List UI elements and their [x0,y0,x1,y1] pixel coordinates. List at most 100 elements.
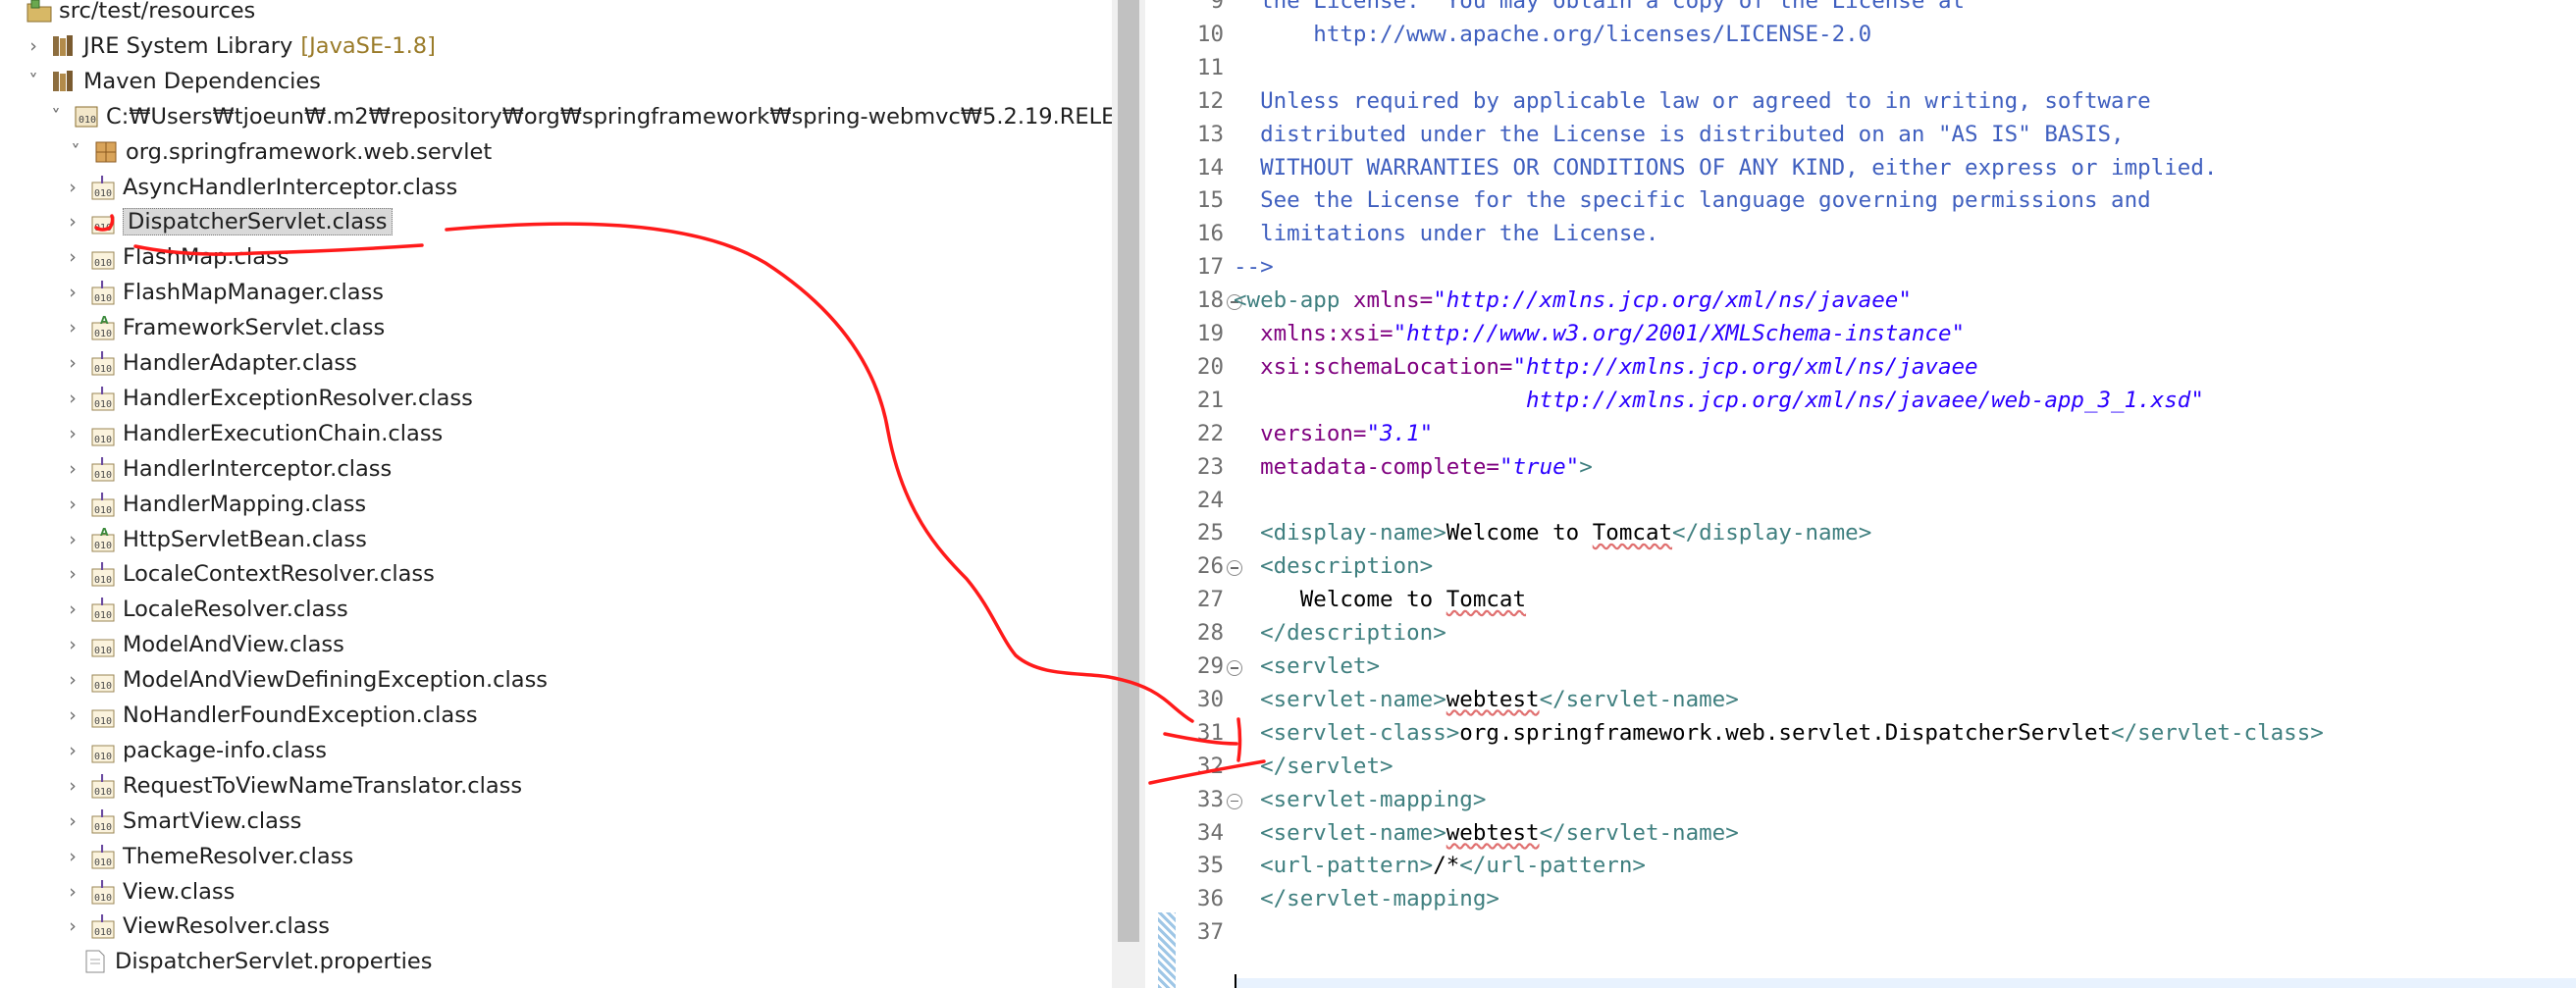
code-line[interactable]: <servlet-name>webtest</servlet-name> [1234,820,1739,846]
svg-text:010: 010 [79,115,96,126]
svg-text:010: 010 [94,293,112,304]
chevron-right-icon[interactable]: › [64,882,81,901]
chevron-right-icon[interactable]: › [25,36,42,55]
tree-item[interactable]: › 010 HandlerExecutionChain.class [64,416,443,451]
chevron-right-icon[interactable]: › [64,319,81,338]
chevron-right-icon[interactable]: › [64,248,81,267]
tree-item[interactable]: › 010 I HandlerMapping.class [64,487,366,522]
code-token: limitations under the License. [1234,221,1659,247]
tree-item[interactable]: › 010 I HandlerExceptionResolver.class [64,381,473,416]
chevron-right-icon[interactable]: › [64,530,81,548]
tree-item[interactable]: › 010 I RequestToViewNameTranslator.class [64,768,522,804]
tree-item[interactable]: › 010 NoHandlerFoundException.class [64,698,477,733]
tree-item-label: FrameworkServlet.class [123,315,386,341]
code-line[interactable]: <description> [1234,553,1433,579]
code-line[interactable]: the License. You may obtain a copy of th… [1234,0,1965,14]
chevron-right-icon[interactable]: › [64,178,81,196]
code-line[interactable]: distributed under the License is distrib… [1234,122,2125,147]
code-token: </display-name> [1672,520,1872,546]
chevron-down-icon[interactable]: ˅ [25,72,42,90]
code-line[interactable]: </servlet-mapping> [1234,886,1499,911]
tree-item[interactable]: › 010 A FrameworkServlet.class [64,310,385,345]
tree-item[interactable]: ˅ org.springframework.web.servlet [67,134,492,170]
tree-vertical-scrollbar[interactable] [1112,0,1145,988]
code-line[interactable]: <web-app xmlns="http://xmlns.jcp.org/xml… [1234,287,1912,313]
chevron-right-icon[interactable]: › [64,847,81,865]
chevron-down-icon[interactable]: ˅ [47,107,65,126]
code-line[interactable]: Unless required by applicable law or agr… [1234,88,2151,114]
code-line[interactable]: http://www.apache.org/licenses/LICENSE-2… [1234,22,1871,47]
svg-text:010: 010 [94,188,112,199]
tree-item[interactable]: › JRE System Library [JavaSE-1.8] [25,28,436,64]
tree-item[interactable]: › 010 I LocaleResolver.class [64,592,348,627]
xml-editor[interactable]: 9 10 11 12 13 14 15 16 17 18 19 20 21 22 23 24 25 26 27 28 2… [1145,0,2576,988]
code-line[interactable]: Welcome to Tomcat [1234,587,1526,612]
code-line[interactable]: xsi:schemaLocation="http://xmlns.jcp.org… [1234,354,1978,380]
tree-item[interactable]: › 010 I ThemeResolver.class [64,839,353,874]
tree-item[interactable]: › 010 I View.class [64,874,235,910]
tree-item[interactable]: › 010 package-info.class [64,733,327,768]
code-line[interactable]: <url-pattern>/*</url-pattern> [1234,853,1646,878]
code-line[interactable]: --> [1234,254,1274,280]
tree-item[interactable]: ˅ Maven Dependencies [25,64,321,99]
chevron-right-icon[interactable]: › [64,494,81,513]
tree-item[interactable]: ˅ 010 C:₩Users₩tjoeun₩.m2₩repository₩org₩s… [47,99,1112,134]
code-line[interactable]: WITHOUT WARRANTIES OR CONDITIONS OF ANY … [1234,155,2217,181]
svg-text:I: I [100,878,104,891]
chevron-right-icon[interactable]: › [64,636,81,654]
line-number: 19 [1196,321,1224,346]
tree-item[interactable]: › 010 I HandlerAdapter.class [64,345,357,381]
chevron-right-icon[interactable]: › [64,389,81,407]
tree-item-decoration: [JavaSE-1.8] [300,32,436,59]
interface-class-icon: 010 I [89,843,117,870]
code-line[interactable]: <servlet-mapping> [1234,787,1486,812]
tree-item[interactable]: › 010 DispatcherServlet.class [64,204,393,239]
tree-item[interactable]: src/test/resources [26,0,255,28]
code-line[interactable]: http://xmlns.jcp.org/xml/ns/javaee/web-a… [1234,388,2204,413]
tree-item[interactable]: › 010 I HandlerInterceptor.class [64,451,392,487]
chevron-right-icon[interactable]: › [64,459,81,478]
code-line[interactable]: metadata-complete="true"> [1234,454,1593,480]
chevron-down-icon[interactable]: ˅ [67,142,84,161]
tree-item[interactable]: › 010 ModelAndView.class [64,627,344,662]
svg-text:I: I [100,912,104,925]
tree-item-label: FlashMapManager.class [123,280,385,306]
code-line[interactable]: See the License for the specific languag… [1234,187,2151,213]
code-line[interactable]: <display-name>Welcome to Tomcat</display… [1234,520,1871,546]
chevron-right-icon[interactable]: › [64,671,81,690]
tree-item[interactable]: › 010 ModelAndViewDefiningException.class [64,662,548,698]
chevron-right-icon[interactable]: › [64,284,81,302]
code-line[interactable]: </servlet> [1234,754,1393,779]
interface-class-icon: 010 I [89,385,117,412]
chevron-right-icon[interactable]: › [64,424,81,442]
tree-item[interactable]: › 010 I AsyncHandlerInterceptor.class [64,170,457,205]
tree-item[interactable]: › 010 I LocaleContextResolver.class [64,556,435,592]
chevron-right-icon[interactable]: › [64,741,81,759]
code-line[interactable]: limitations under the License. [1234,221,1658,246]
tree-item[interactable]: › 010 I FlashMapManager.class [64,275,384,310]
line-number: 27 [1196,587,1224,613]
code-line[interactable]: version="3.1" [1234,421,1433,446]
code-line[interactable]: <servlet-class>org.springframework.web.s… [1234,720,2324,746]
code-token: </servlet-name> [1539,819,1739,846]
chevron-right-icon[interactable]: › [64,600,81,619]
chevron-right-icon[interactable]: › [64,776,81,795]
chevron-right-icon[interactable]: › [64,706,81,725]
code-line[interactable]: <servlet> [1234,653,1380,679]
tree-item[interactable]: › 010 FlashMap.class [64,239,289,275]
chevron-right-icon[interactable]: › [64,565,81,584]
tree-item[interactable]: DispatcherServlet.properties [81,944,433,979]
chevron-right-icon[interactable]: › [64,354,81,373]
svg-text:010: 010 [94,787,112,798]
chevron-right-icon[interactable]: › [64,811,81,830]
tree-item[interactable]: › 010 A HttpServletBean.class [64,522,367,557]
code-line[interactable]: xmlns:xsi="http://www.w3.org/2001/XMLSch… [1234,321,1965,346]
chevron-right-icon[interactable]: › [64,917,81,936]
chevron-right-icon[interactable]: › [64,213,81,232]
tree-item[interactable]: › 010 I SmartView.class [64,804,301,839]
code-line[interactable]: </description> [1234,620,1446,646]
tree-item[interactable]: › 010 I ViewResolver.class [64,909,330,944]
code-line[interactable]: <servlet-name>webtest</servlet-name> [1234,687,1739,712]
scrollbar-thumb[interactable] [1118,0,1139,942]
